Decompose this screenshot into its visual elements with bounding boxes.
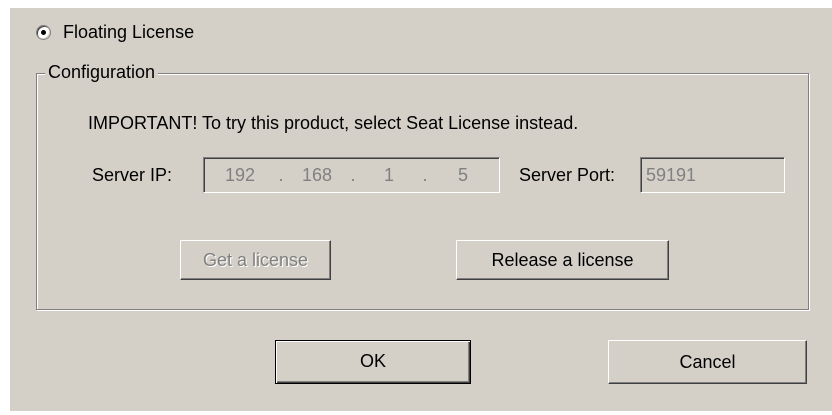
ip-separator: . [350,164,356,185]
server-port-label: Server Port: [519,165,616,185]
ip-octet-4[interactable]: 5 [434,165,492,186]
server-ip-field[interactable]: 192 . 168 . 1 . 5 [203,157,500,193]
floating-license-radio[interactable] [36,24,51,40]
ok-button[interactable]: OK [275,340,471,384]
radio-selected-dot [41,29,46,35]
configuration-group-label: Configuration [45,61,159,83]
ip-separator: . [422,164,428,185]
configuration-groupbox: Configuration IMPORTANT! To try this pro… [36,61,809,310]
floating-license-option[interactable]: Floating License [36,21,194,43]
cancel-button[interactable]: Cancel [608,340,807,384]
server-ip-label: Server IP: [92,165,173,185]
ip-separator: . [278,164,284,185]
server-port-field[interactable]: 59191 [640,157,785,193]
ip-octet-3[interactable]: 1 [362,165,416,186]
get-license-button[interactable]: Get a license [180,240,331,280]
release-license-button[interactable]: Release a license [456,240,669,280]
license-dialog: Floating License Configuration IMPORTANT… [10,8,832,411]
floating-license-label[interactable]: Floating License [63,22,194,43]
ip-octet-2[interactable]: 168 [290,165,344,186]
ip-octet-1[interactable]: 192 [208,165,272,186]
important-notice: IMPORTANT! To try this product, select S… [88,113,579,133]
